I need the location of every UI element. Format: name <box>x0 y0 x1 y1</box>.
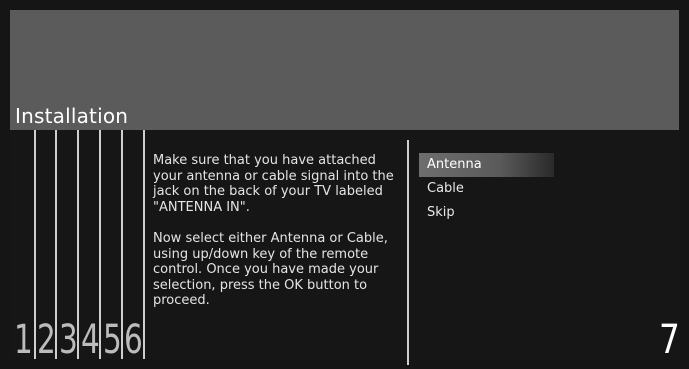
step-number-4: 4 <box>81 317 100 363</box>
step-number-1: 1 <box>14 317 33 363</box>
instructions-text: Make sure that you have attached your an… <box>153 153 408 325</box>
page-title: Installation <box>15 104 129 128</box>
instruction-paragraph-2: Now select either Antenna or Cable, usin… <box>153 231 388 308</box>
option-cable[interactable]: Cable <box>419 177 554 201</box>
step-number-2: 2 <box>37 317 56 363</box>
step-number-3: 3 <box>59 317 78 363</box>
option-antenna[interactable]: Antenna <box>419 153 554 177</box>
step-divider <box>34 130 36 359</box>
current-step-number: 7 <box>659 317 680 363</box>
step-number-6: 6 <box>124 317 143 363</box>
options-divider <box>407 140 409 365</box>
option-skip[interactable]: Skip <box>419 201 554 225</box>
step-divider <box>143 130 145 359</box>
step-number-5: 5 <box>103 317 122 363</box>
instruction-paragraph-1: Make sure that you have attached your an… <box>153 153 394 215</box>
